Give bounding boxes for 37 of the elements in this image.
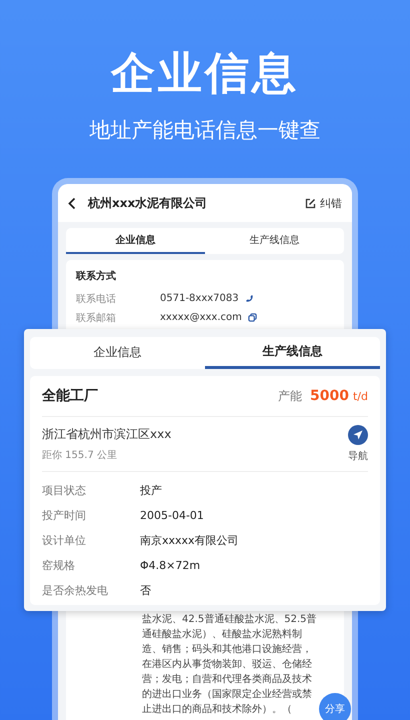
detail-value: 投产 xyxy=(140,483,162,498)
detail-label: 设计单位 xyxy=(42,533,87,548)
hero-subtitle: 地址产能电话信息一键查 xyxy=(90,117,320,144)
hero-title: 企业信息 xyxy=(111,47,299,101)
correction-button[interactable]: 纠错 xyxy=(305,196,342,210)
navigation-label[interactable]: 导航 xyxy=(348,449,368,463)
detail-label: 投产时间 xyxy=(42,508,87,523)
address: 浙江省杭州市滨江区xxx xyxy=(42,426,172,443)
field-value: xxxxx@xxx.com xyxy=(160,312,242,323)
tab[interactable]: 生产线信息 xyxy=(205,228,344,254)
capacity-label: 产能 xyxy=(278,388,302,404)
field-label: 联系电话 xyxy=(76,292,117,306)
tab[interactable]: 生产线信息 xyxy=(205,337,380,369)
edit-icon xyxy=(305,198,316,208)
copy-icon[interactable] xyxy=(248,313,257,322)
business-scope-text: 盐水泥、42.5普通硅酸盐水泥、52.5普 通硅酸盐水泥）、硅酸盐水泥熟料制 造、销售；码头和其他港口设施经营， 在港区内从事货物装卸、驳运、仓储经 营；发电；自营和代理各类商品及技术 的进出口业务（国家限定企业经营或禁 止进出口的商品和技术除外）。（ xyxy=(142,612,317,717)
tab[interactable]: 企业信息 xyxy=(30,337,205,369)
tab[interactable]: 企业信息 xyxy=(66,228,205,254)
section-heading: 联系方式 xyxy=(76,269,117,283)
detail-label: 是否余热发电 xyxy=(42,583,109,598)
detail-value: 2005-04-01 xyxy=(140,509,204,522)
navigation-icon[interactable] xyxy=(348,425,368,445)
detail-value: 否 xyxy=(140,583,151,598)
back-icon[interactable] xyxy=(68,196,76,210)
field-value: 0571-8xxx7083 xyxy=(160,293,239,304)
field-label: 联系邮箱 xyxy=(76,312,117,324)
detail-value: 南京xxxxx有限公司 xyxy=(140,533,239,548)
capacity-value: 5000 xyxy=(310,388,349,404)
capacity-unit: t/d xyxy=(352,390,368,402)
detail-label: 项目状态 xyxy=(42,483,87,498)
detail-label: 窑规格 xyxy=(42,558,76,573)
company-title: 杭州xxx水泥有限公司 xyxy=(88,194,208,212)
phone-icon[interactable] xyxy=(244,294,254,303)
factory-name: 全能工厂 xyxy=(42,387,98,405)
share-button[interactable]: 分享 xyxy=(319,693,351,720)
distance: 距你 155.7 公里 xyxy=(42,449,118,462)
detail-value: Φ4.8×72m xyxy=(140,559,200,572)
